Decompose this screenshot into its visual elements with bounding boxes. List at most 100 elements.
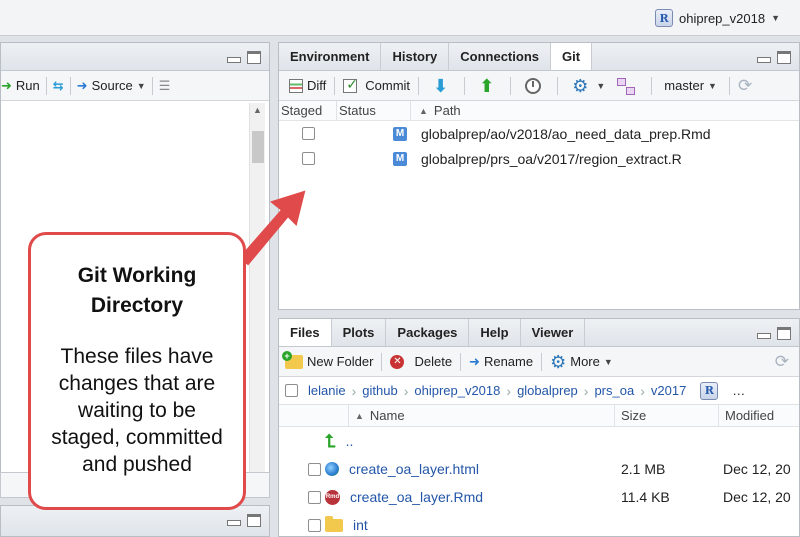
- file-checkbox[interactable]: [307, 462, 321, 476]
- chevron-down-icon[interactable]: ▼: [137, 81, 146, 91]
- refresh-icon[interactable]: ⟳: [738, 76, 752, 96]
- name-column-header[interactable]: ▲ Name: [349, 405, 615, 426]
- file-row[interactable]: int: [279, 511, 799, 537]
- maximize-icon[interactable]: [777, 327, 791, 340]
- delete-button[interactable]: ✕ Delete: [390, 354, 452, 369]
- file-checkbox[interactable]: [307, 490, 321, 504]
- breadcrumb-separator: ›: [403, 382, 409, 399]
- toolbar-divider: [69, 76, 71, 95]
- more-label: More: [570, 354, 600, 369]
- tab-plots[interactable]: Plots: [332, 319, 387, 346]
- file-row-parent[interactable]: ⮤ ..: [279, 427, 799, 455]
- callout-title: Git Working Directory: [31, 261, 243, 321]
- tab-files[interactable]: Files: [279, 319, 332, 346]
- rename-label: Rename: [483, 354, 534, 369]
- status-column-header[interactable]: Status: [337, 101, 411, 120]
- modified-column-header[interactable]: Modified: [719, 405, 799, 426]
- callout-title-line: Directory: [90, 294, 184, 317]
- file-row[interactable]: Rmd create_oa_layer.Rmd 11.4 KB Dec 12, …: [279, 483, 799, 511]
- sort-ascending-icon: ▲: [355, 411, 364, 421]
- files-pane: Files Plots Packages Help Viewer + New F…: [278, 318, 800, 537]
- toolbar-divider: [651, 76, 653, 95]
- path-column-header[interactable]: ▲ Path: [411, 101, 799, 120]
- branch-select[interactable]: master ▼: [664, 78, 717, 93]
- minimize-icon[interactable]: [757, 57, 771, 63]
- breadcrumb-item[interactable]: v2017: [651, 383, 686, 398]
- size-column-header[interactable]: Size: [615, 405, 719, 426]
- commit-button[interactable]: Commit: [343, 76, 410, 93]
- pull-icon[interactable]: ⬇: [433, 77, 448, 95]
- chevron-down-icon[interactable]: ▼: [596, 81, 605, 91]
- breadcrumb-item[interactable]: ohiprep_v2018: [414, 383, 500, 398]
- new-folder-button[interactable]: + New Folder: [282, 350, 373, 369]
- scroll-up-icon[interactable]: ▲: [253, 105, 262, 115]
- toolbar-divider: [464, 76, 466, 95]
- callout-body-line: These files have: [60, 345, 214, 368]
- breadcrumb-item[interactable]: github: [362, 383, 397, 398]
- maximize-icon[interactable]: [247, 51, 261, 64]
- run-button[interactable]: ➜ Run: [1, 78, 40, 94]
- history-icon[interactable]: [525, 77, 542, 94]
- rerun-button[interactable]: ⇆: [53, 78, 64, 94]
- outline-button[interactable]: ☰: [159, 78, 171, 94]
- file-row[interactable]: create_oa_layer.html 2.1 MB Dec 12, 20: [279, 455, 799, 483]
- chevron-down-icon: ▼: [708, 80, 717, 91]
- project-menu[interactable]: R ohiprep_v2018 ▼: [655, 7, 780, 29]
- more-button[interactable]: ⚙ More ▼: [550, 353, 613, 371]
- new-branch-icon[interactable]: [617, 77, 636, 95]
- minimize-icon[interactable]: [757, 333, 771, 339]
- callout-box: Git Working Directory These files have c…: [28, 232, 246, 510]
- html-file-icon: [325, 462, 339, 476]
- breadcrumb-more[interactable]: …: [732, 383, 745, 398]
- tab-viewer[interactable]: Viewer: [521, 319, 586, 346]
- staged-checkbox[interactable]: [301, 152, 315, 165]
- file-checkbox[interactable]: [307, 518, 321, 532]
- r-project-icon[interactable]: R: [700, 381, 719, 400]
- tab-environment[interactable]: Environment: [279, 43, 382, 70]
- tab-help[interactable]: Help: [469, 319, 521, 346]
- tab-git[interactable]: Git: [551, 43, 593, 70]
- diff-button[interactable]: Diff: [289, 78, 326, 93]
- staged-column-header[interactable]: Staged: [279, 101, 337, 120]
- breadcrumb-separator: ›: [506, 382, 512, 399]
- file-size: 2.1 MB: [621, 461, 666, 477]
- minimize-icon[interactable]: [227, 57, 241, 63]
- checkbox-column-header: [279, 405, 349, 426]
- folder-icon: [325, 515, 343, 532]
- breadcrumb-separator: ›: [351, 382, 357, 399]
- file-name[interactable]: create_oa_layer.Rmd: [350, 489, 483, 505]
- tab-packages[interactable]: Packages: [386, 319, 470, 346]
- tab-connections[interactable]: Connections: [449, 43, 551, 70]
- breadcrumb-item[interactable]: lelanie: [308, 383, 346, 398]
- breadcrumb: lelanie › github › ohiprep_v2018 › globa…: [279, 377, 799, 405]
- maximize-icon[interactable]: [247, 514, 261, 527]
- tab-history[interactable]: History: [381, 43, 450, 70]
- branch-name: master: [664, 78, 705, 93]
- refresh-icon[interactable]: ⟳: [775, 352, 789, 372]
- gear-icon[interactable]: ⚙: [572, 77, 588, 95]
- file-modified: Dec 12, 20: [723, 461, 791, 477]
- name-header-label: Name: [369, 408, 405, 423]
- push-icon[interactable]: ⬆: [479, 77, 494, 95]
- git-file-row[interactable]: M globalprep/ao/v2018/ao_need_data_prep.…: [279, 121, 799, 146]
- rename-button[interactable]: ➜ Rename: [469, 354, 533, 370]
- source-button[interactable]: ➜ Source ▼: [77, 78, 146, 94]
- callout-body-line: changes that are: [58, 372, 216, 395]
- rerun-icon: ⇆: [52, 77, 64, 93]
- select-all-checkbox[interactable]: [285, 384, 298, 397]
- source-scrollbar[interactable]: ▲ ▼: [249, 103, 265, 493]
- file-name[interactable]: int: [353, 517, 368, 533]
- git-file-row[interactable]: M globalprep/prs_oa/v2017/region_extract…: [279, 146, 799, 171]
- file-name[interactable]: ..: [346, 433, 354, 449]
- breadcrumb-item[interactable]: globalprep: [517, 383, 578, 398]
- toolbar-divider: [45, 76, 47, 95]
- staged-checkbox[interactable]: [301, 127, 315, 140]
- file-name[interactable]: create_oa_layer.html: [349, 461, 479, 477]
- scrollbar-thumb[interactable]: [252, 131, 264, 163]
- minimize-icon[interactable]: [227, 520, 241, 526]
- diff-label: Diff: [307, 78, 327, 93]
- breadcrumb-item[interactable]: prs_oa: [594, 383, 634, 398]
- maximize-icon[interactable]: [777, 51, 791, 64]
- project-name: ohiprep_v2018: [679, 10, 766, 26]
- callout-body-line: staged, committed: [51, 426, 223, 449]
